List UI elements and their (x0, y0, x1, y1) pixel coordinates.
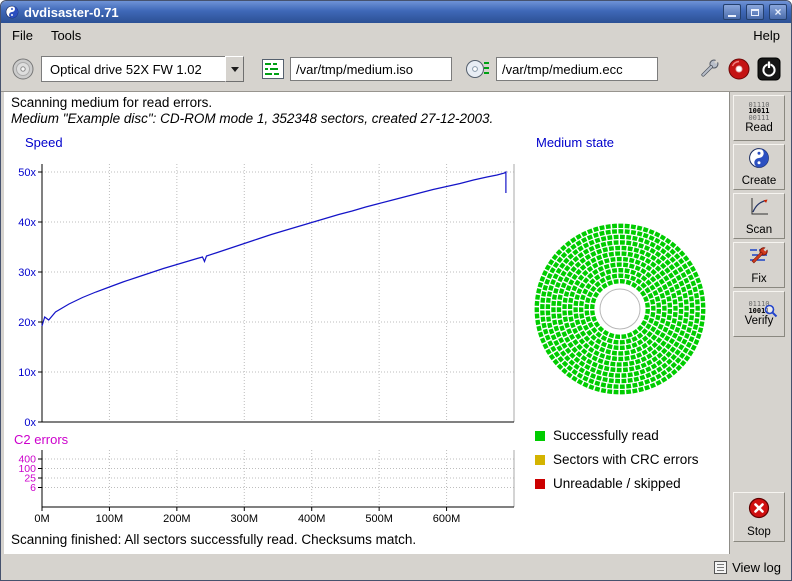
toolbar: Optical drive 52X FW 1.02 (1, 47, 791, 92)
binary-magnifier-icon: 01110 10011 (748, 301, 769, 314)
svg-text:40x: 40x (18, 217, 36, 229)
minimize-button[interactable] (723, 4, 741, 20)
status-line-2: Medium "Example disc": CD-ROM mode 1, 35… (11, 111, 493, 126)
svg-text:0x: 0x (24, 417, 36, 429)
stop-icon (746, 496, 772, 525)
fix-wrench-icon (747, 245, 771, 272)
status-line-1: Scanning medium for read errors. (11, 95, 212, 110)
speed-chart-title: Speed (25, 135, 63, 150)
create-button-label: Create (742, 175, 777, 187)
read-button[interactable]: 01110 10011 00111 Read (733, 95, 785, 141)
sidebar: 01110 10011 00111 Read Create (729, 92, 788, 554)
legend-item: Sectors with CRC errors (535, 452, 699, 467)
legend-swatch-crc (535, 455, 545, 465)
legend-swatch-success (535, 431, 545, 441)
menu-tools[interactable]: Tools (42, 25, 90, 46)
svg-text:500M: 500M (365, 513, 393, 525)
image-file-icon (262, 59, 284, 79)
ecc-file-input[interactable] (496, 57, 658, 81)
medium-state-disc (537, 226, 703, 392)
scan-result-text: Scanning finished: All sectors successfu… (11, 532, 416, 547)
log-icon (714, 561, 727, 574)
ecc-file-icon (466, 59, 490, 79)
svg-text:6: 6 (30, 482, 36, 494)
window-title: dvdisaster-0.71 (24, 5, 119, 20)
verify-button[interactable]: 01110 10011 Verify (733, 291, 785, 337)
minimize-icon (728, 15, 736, 17)
svg-text:10x: 10x (18, 367, 36, 379)
read-button-label: Read (745, 122, 773, 134)
svg-text:600M: 600M (433, 513, 461, 525)
yin-yang-icon (748, 147, 770, 174)
legend-item: Successfully read (535, 428, 699, 443)
maximize-icon (751, 9, 759, 16)
svg-text:300M: 300M (231, 513, 259, 525)
dvdisaster-window: dvdisaster-0.71 × File Tools Help Optica… (0, 0, 792, 581)
close-icon: × (774, 6, 781, 18)
svg-text:400M: 400M (298, 513, 326, 525)
disc-drive-icon (11, 57, 35, 81)
maximize-button[interactable] (746, 4, 764, 20)
binary-read-icon: 01110 10011 00111 (748, 102, 769, 122)
drive-selector[interactable]: Optical drive 52X FW 1.02 (41, 56, 244, 82)
drive-selector-value: Optical drive 52X FW 1.02 (41, 56, 225, 82)
medium-state-title: Medium state (536, 135, 614, 150)
medium-state-legend: Successfully read Sectors with CRC error… (535, 428, 699, 491)
fix-button-label: Fix (751, 273, 766, 285)
power-quit-icon[interactable] (757, 57, 781, 81)
bottombar: View log (1, 554, 791, 580)
image-file-input[interactable] (290, 57, 452, 81)
legend-label: Sectors with CRC errors (553, 452, 699, 467)
legend-label: Successfully read (553, 428, 659, 443)
dvdisaster-logo-icon[interactable] (727, 57, 751, 81)
preferences-wrench-icon[interactable] (697, 57, 721, 81)
legend-label: Unreadable / skipped (553, 476, 681, 491)
app-icon (5, 5, 19, 19)
stop-button-label: Stop (747, 526, 771, 538)
menubar: File Tools Help (1, 23, 791, 47)
menu-file[interactable]: File (3, 25, 42, 46)
menu-help[interactable]: Help (744, 25, 789, 46)
drive-selector-dropdown-button[interactable] (225, 56, 244, 82)
view-log-button[interactable]: View log (710, 558, 785, 577)
content-row: 0x 10x 20x 30x 40x 50x 0M 100M 200M 300M 400M 500M 6… (4, 92, 788, 554)
titlebar[interactable]: dvdisaster-0.71 × (1, 1, 791, 23)
svg-text:200M: 200M (163, 513, 191, 525)
create-button[interactable]: Create (733, 144, 785, 190)
stop-button[interactable]: Stop (733, 492, 785, 542)
svg-text:100M: 100M (96, 513, 124, 525)
fix-button[interactable]: Fix (733, 242, 785, 288)
svg-text:0M: 0M (34, 513, 49, 525)
legend-item: Unreadable / skipped (535, 476, 699, 491)
close-button[interactable]: × (769, 4, 787, 20)
magnifier-icon (764, 304, 778, 318)
c2-errors-title: C2 errors (14, 432, 68, 447)
scan-button[interactable]: Scan (733, 193, 785, 239)
svg-text:30x: 30x (18, 267, 36, 279)
scan-graph-icon (748, 196, 770, 223)
scan-button-label: Scan (746, 224, 772, 236)
legend-swatch-unreadable (535, 479, 545, 489)
svg-text:20x: 20x (18, 317, 36, 329)
main-area: 0x 10x 20x 30x 40x 50x 0M 100M 200M 300M 400M 500M 6… (4, 92, 729, 554)
chevron-down-icon (231, 67, 239, 76)
view-log-label: View log (732, 560, 781, 575)
svg-text:50x: 50x (18, 167, 36, 179)
